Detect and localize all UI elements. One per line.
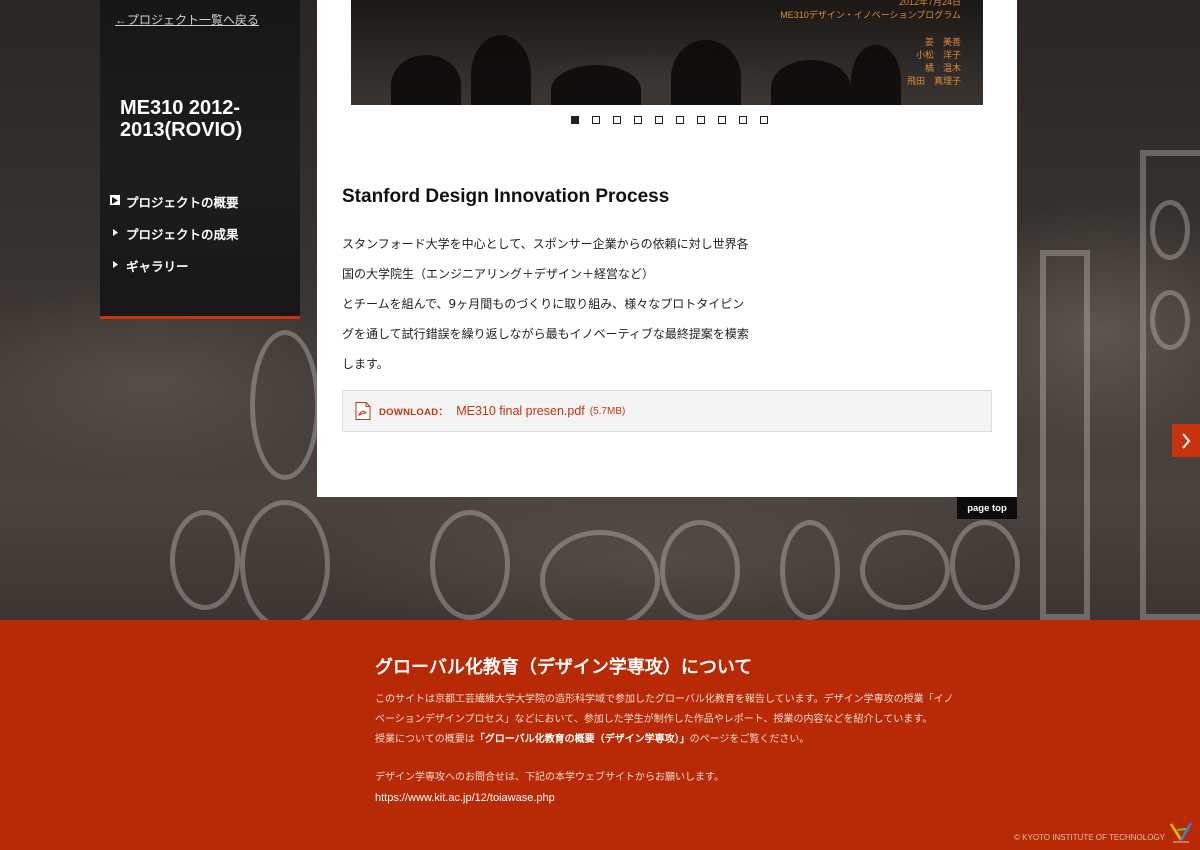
- next-project-button[interactable]: [1172, 424, 1200, 457]
- footer-description: このサイトは京都工芸繊維大学大学院の造形科学域で参加したグローバル化教育を報告し…: [375, 690, 1025, 808]
- chevron-right-icon: [1182, 432, 1191, 449]
- footer: グローバル化教育（デザイン学専攻）について このサイトは京都工芸繊維大学大学院の…: [0, 620, 1200, 850]
- main-content: 2012年7月24日 ME310デザイン・イノベーションプログラム 姜 美善 小…: [317, 0, 1017, 497]
- slide-caption-program: ME310デザイン・イノベーションプログラム: [780, 10, 961, 20]
- slide-caption-name: 飛田 真理子: [906, 76, 961, 86]
- project-title: ME310 2012-2013(ROVIO): [120, 97, 243, 141]
- play-icon: [110, 195, 120, 205]
- paragraph-line: グを通して試行錯誤を繰り返しながら最もイノベーティブな最終提案を模索: [342, 327, 749, 341]
- sidebar-item-overview[interactable]: プロジェクトの概要: [110, 192, 239, 224]
- kit-logo-icon: [1169, 822, 1193, 843]
- paragraph-line: 国の大学院生（エンジニアリング＋デザイン＋経営など）: [342, 267, 655, 281]
- sidebar: ←プロジェクト一覧へ戻る ME310 2012-2013(ROVIO) プロジェ…: [100, 0, 300, 319]
- sidebar-item-results[interactable]: プロジェクトの成果: [110, 224, 239, 256]
- slide-dot[interactable]: [739, 116, 747, 124]
- slide-dot[interactable]: [760, 116, 768, 124]
- sidebar-nav: プロジェクトの概要 プロジェクトの成果 ギャラリー: [110, 192, 239, 288]
- slide-caption-name: 姜 美善: [924, 37, 961, 47]
- section-title: Stanford Design Innovation Process: [342, 186, 670, 207]
- slide-dot[interactable]: [697, 116, 705, 124]
- footer-title: グローバル化教育（デザイン学専攻）について: [375, 657, 753, 678]
- download-label: DOWNLOAD：: [379, 407, 449, 418]
- sidebar-item-gallery[interactable]: ギャラリー: [110, 256, 239, 288]
- sidebar-item-label: プロジェクトの成果: [126, 228, 239, 242]
- footer-contact-text: デザイン学専攻へのお問合せは、下記の本学ウェブサイトからお願いします。: [375, 772, 724, 783]
- triangle-right-icon: [110, 227, 120, 237]
- slide-dot[interactable]: [655, 116, 663, 124]
- slide-dot[interactable]: [676, 116, 684, 124]
- copyright: © KYOTO INSTITUTE OF TECHNOLOGY: [1014, 833, 1165, 842]
- slide-dot[interactable]: [571, 116, 579, 124]
- page-top-button[interactable]: page top: [957, 497, 1017, 519]
- contact-url-link[interactable]: https://www.kit.ac.jp/12/toiawase.php: [375, 788, 1025, 808]
- footer-line: このサイトは京都工芸繊維大学大学院の造形科学域で参加したグローバル化教育を報告し…: [375, 694, 954, 705]
- download-file-size: (5.7MB): [589, 405, 626, 417]
- description-text: スタンフォード大学を中心として、スポンサー企業からの依頼に対し世界各 国の大学院…: [342, 229, 802, 379]
- slide-caption-name: 小松 洋子: [915, 50, 961, 60]
- slide-caption-name: 橘 温木: [924, 63, 961, 73]
- download-box: DOWNLOAD： ME310 final presen.pdf (5.7MB): [342, 390, 992, 432]
- overview-page-link[interactable]: 「グローバル化教育の概要（デザイン学専攻）」: [475, 734, 690, 745]
- slide-dot[interactable]: [718, 116, 726, 124]
- paragraph-line: とチームを組んで、9ヶ月間ものづくりに取り組み、様々なプロトタイピン: [342, 297, 745, 311]
- download-file-link[interactable]: ME310 final presen.pdf: [456, 404, 585, 418]
- sidebar-item-label: プロジェクトの概要: [126, 196, 239, 210]
- slide-dot[interactable]: [592, 116, 600, 124]
- footer-line: 授業についての概要は「グローバル化教育の概要（デザイン学専攻）」のページをご覧く…: [375, 734, 810, 745]
- pdf-icon: [355, 402, 371, 420]
- paragraph-line: します。: [342, 357, 389, 371]
- slide-caption-date: 2012年7月24日: [898, 0, 961, 7]
- slide-dot[interactable]: [634, 116, 642, 124]
- sidebar-item-label: ギャラリー: [126, 260, 189, 274]
- slideshow-image[interactable]: 2012年7月24日 ME310デザイン・イノベーションプログラム 姜 美善 小…: [351, 0, 983, 105]
- footer-line: ベーションデザインプロセス」などにおいて、参加した学生が制作した作品やレポート、…: [375, 714, 933, 725]
- slideshow-pagination: [571, 116, 768, 124]
- back-to-project-list-link[interactable]: ←プロジェクト一覧へ戻る: [115, 11, 259, 28]
- slide-caption: 2012年7月24日 ME310デザイン・イノベーションプログラム 姜 美善 小…: [780, 0, 961, 88]
- slide-dot[interactable]: [613, 116, 621, 124]
- triangle-right-icon: [110, 259, 120, 269]
- paragraph-line: スタンフォード大学を中心として、スポンサー企業からの依頼に対し世界各: [342, 237, 749, 251]
